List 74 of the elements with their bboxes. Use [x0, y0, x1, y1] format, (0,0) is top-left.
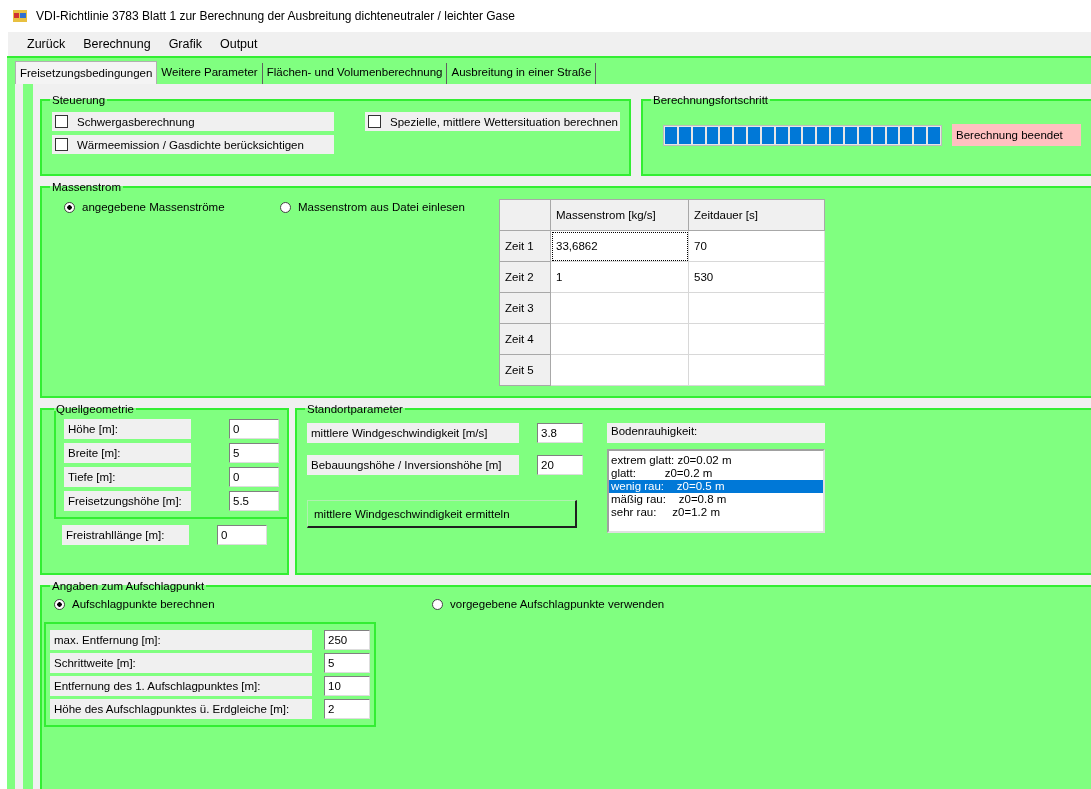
- list-item[interactable]: mäßig rau: z0=0.8 m: [609, 493, 823, 506]
- checkbox[interactable]: [368, 115, 381, 128]
- checkbox-label: Wärmeemission / Gasdichte berücksichtigen: [77, 138, 304, 151]
- table-cell[interactable]: 33,6862: [550, 230, 689, 262]
- checkbox-label: Schwergasberechnung: [77, 115, 195, 128]
- table-cell[interactable]: 1: [550, 261, 689, 293]
- list-item[interactable]: wenig rau: z0=0.5 m: [609, 480, 823, 493]
- field-label: mittlere Windgeschwindigkeit [m/s]: [307, 423, 519, 443]
- input-field[interactable]: 2: [324, 699, 370, 719]
- menu-item[interactable]: Zurück: [18, 37, 75, 51]
- input-field[interactable]: 0: [229, 467, 279, 487]
- input-field[interactable]: 250: [324, 630, 370, 650]
- field-label: max. Entfernung [m]:: [50, 630, 312, 650]
- wind-speed-button[interactable]: mittlere Windgeschwindigkeit ermitteln: [307, 500, 577, 528]
- field-label: Breite [m]:: [64, 443, 191, 463]
- input-field[interactable]: 10: [324, 676, 370, 696]
- field-label: Schrittweite [m]:: [50, 653, 312, 673]
- list-item[interactable]: glatt: z0=0.2 m: [609, 467, 823, 480]
- menu-item[interactable]: Grafik: [159, 37, 211, 51]
- row-header[interactable]: Zeit 3: [499, 292, 551, 324]
- group-title: Standortparameter: [306, 403, 404, 415]
- table-cell[interactable]: [550, 292, 689, 324]
- input-field[interactable]: 0: [217, 525, 267, 545]
- group-title: Angaben zum Aufschlagpunkt: [51, 580, 206, 592]
- checkbox-label: Spezielle, mittlere Wettersituation berechnen: [390, 115, 618, 128]
- radio-button[interactable]: [432, 598, 443, 610]
- checkbox-option[interactable]: Schwergasberechnung: [52, 112, 334, 131]
- field-label: Freistrahllänge [m]:: [62, 525, 189, 545]
- roughness-list[interactable]: extrem glatt: z0=0.02 m glatt: z0=0.2 m wenig rau: z0=0.5 m mäßig rau: z0=0.8 m sehr rau: z0=1.2 m: [607, 449, 825, 533]
- table-cell[interactable]: [688, 323, 825, 355]
- radio-button[interactable]: [54, 598, 65, 610]
- menu-item[interactable]: Berechnung: [74, 37, 160, 51]
- status-label: Berechnung beendet: [952, 124, 1081, 146]
- field-label: Höhe des Aufschlagpunktes ü. Erdgleiche [m]:: [50, 699, 312, 719]
- tab[interactable]: Freisetzungsbedingungen: [15, 61, 158, 84]
- checkbox-option[interactable]: Wärmeemission / Gasdichte berücksichtigen: [52, 135, 334, 154]
- row-header[interactable]: Zeit 4: [499, 323, 551, 355]
- column-header[interactable]: Massenstrom [kg/s]: [550, 199, 689, 231]
- radio-button[interactable]: [280, 201, 291, 213]
- input-field[interactable]: 5.5: [229, 491, 279, 511]
- group-title: Berechnungsfortschritt: [652, 94, 770, 106]
- row-header[interactable]: Zeit 2: [499, 261, 551, 293]
- list-item[interactable]: extrem glatt: z0=0.02 m: [609, 454, 823, 467]
- table-cell[interactable]: [688, 292, 825, 324]
- input-field[interactable]: 5: [324, 653, 370, 673]
- window-title: VDI-Richtlinie 3783 Blatt 1 zur Berechnung der Ausbreitung dichteneutraler / leichter Gase: [36, 9, 515, 23]
- group-title: Quellgeometrie: [55, 403, 135, 415]
- list-item[interactable]: sehr rau: z0=1.2 m: [609, 506, 823, 519]
- input-field[interactable]: 20: [537, 455, 583, 475]
- field-label: Höhe [m]:: [64, 419, 191, 439]
- radio-button[interactable]: [64, 201, 75, 213]
- table-cell[interactable]: 530: [688, 261, 825, 293]
- row-header[interactable]: Zeit 5: [499, 354, 551, 386]
- input-field[interactable]: 0: [229, 419, 279, 439]
- column-header[interactable]: Zeitdauer [s]: [688, 199, 825, 231]
- field-label: Bodenrauhigkeit:: [607, 423, 825, 443]
- field-label: Entfernung des 1. Aufschlagpunktes [m]:: [50, 676, 312, 696]
- row-header[interactable]: Zeit 1: [499, 230, 551, 262]
- checkbox[interactable]: [55, 138, 68, 151]
- menu-item[interactable]: Output: [210, 37, 267, 51]
- table-cell[interactable]: [550, 354, 689, 386]
- input-field[interactable]: 3.8: [537, 423, 583, 443]
- app-icon: [12, 8, 28, 24]
- table-cell[interactable]: [688, 354, 825, 386]
- table-cell[interactable]: 70: [688, 230, 825, 262]
- field-label: Bebauungshöhe / Inversionshöhe [m]: [307, 455, 519, 475]
- field-label: Freisetzungshöhe [m]:: [64, 491, 191, 511]
- checkbox[interactable]: [55, 115, 68, 128]
- group-title: Massenstrom: [51, 181, 123, 193]
- group-title: Steuerung: [51, 94, 107, 106]
- input-field[interactable]: 5: [229, 443, 279, 463]
- checkbox-option[interactable]: Spezielle, mittlere Wettersituation berechnen: [365, 112, 620, 131]
- field-label: Tiefe [m]:: [64, 467, 191, 487]
- table-cell[interactable]: [550, 323, 689, 355]
